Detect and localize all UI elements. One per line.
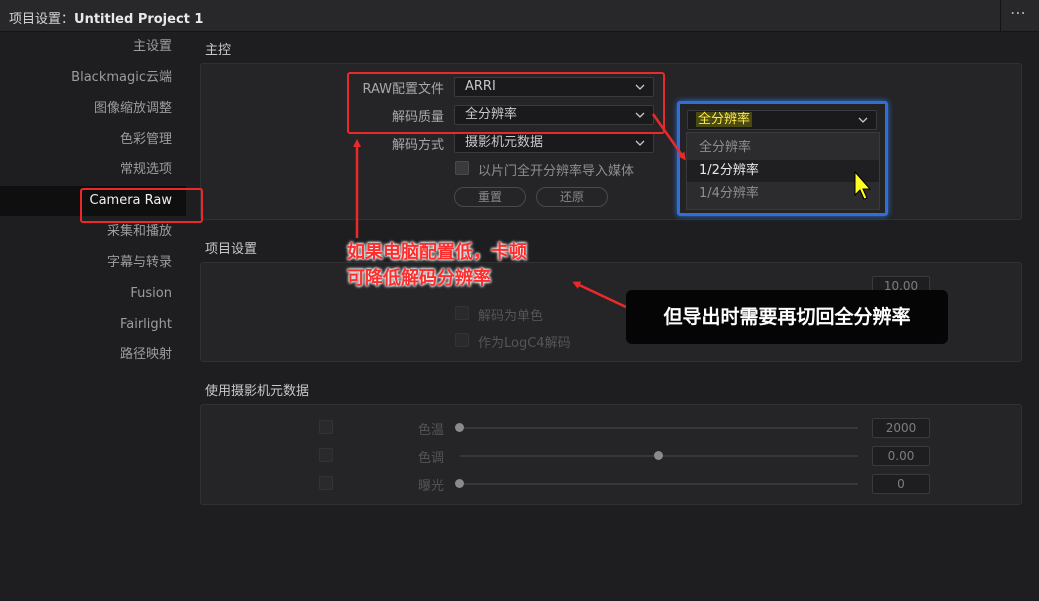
temp-value-field[interactable]: 2000: [872, 418, 930, 438]
annotation-red-line2: 可降低解码分辨率: [347, 268, 491, 289]
sidebar-item-color-management[interactable]: 色彩管理: [0, 125, 186, 155]
annotation-note-export: 但导出时需要再切回全分辨率: [626, 290, 948, 344]
window-title: 项目设置：Untitled Project 1: [9, 8, 203, 27]
sidebar-item-subtitles[interactable]: 字幕与转录: [0, 248, 186, 278]
title-divider: [1000, 0, 1001, 32]
temp-slider-track[interactable]: [460, 427, 858, 429]
open-gate-checkbox[interactable]: [455, 161, 469, 175]
annotation-note-red: 如果电脑配置低，卡顿 可降低解码分辨率: [347, 240, 527, 292]
option-quarter-resolution[interactable]: 1/4分辨率: [687, 183, 879, 205]
temp-checkbox[interactable]: [319, 420, 333, 434]
decode-mono-checkbox[interactable]: [455, 306, 469, 320]
temp-slider-knob[interactable]: [455, 423, 464, 432]
annotation-box-decode-settings: [347, 72, 665, 134]
sidebar-item-fairlight[interactable]: Fairlight: [0, 310, 186, 340]
annotation-box-camera-raw: [80, 188, 203, 223]
exposure-checkbox[interactable]: [319, 476, 333, 490]
title-prefix: 项目设置：: [9, 12, 75, 27]
sidebar-item-general-options[interactable]: 常规选项: [0, 155, 186, 185]
reset-button[interactable]: 重置: [454, 187, 526, 207]
exposure-label: 曝光: [417, 479, 444, 494]
temp-label: 色温: [417, 423, 444, 438]
popup-selected-field[interactable]: 全分辨率: [687, 110, 877, 130]
decode-logc4-checkbox[interactable]: [455, 333, 469, 347]
decode-logc4-label: 作为LogC4解码: [478, 336, 571, 351]
exposure-value-field[interactable]: 0: [872, 474, 930, 494]
open-gate-label: 以片门全开分辨率导入媒体: [478, 164, 635, 179]
restore-button[interactable]: 还原: [536, 187, 608, 207]
tint-value-field[interactable]: 0.00: [872, 446, 930, 466]
annotation-red-line1: 如果电脑配置低，卡顿: [347, 242, 527, 263]
popup-options-list: 全分辨率 1/2分辨率 1/4分辨率: [686, 132, 880, 210]
decode-quality-popup: 全分辨率 全分辨率 1/2分辨率 1/4分辨率: [677, 101, 888, 216]
project-name: Untitled Project 1: [74, 12, 204, 27]
sidebar-item-fusion[interactable]: Fusion: [0, 279, 186, 309]
settings-sidebar: 主设置 Blackmagic云端 图像缩放调整 色彩管理 常规选项 Camera…: [0, 32, 186, 601]
option-half-resolution[interactable]: 1/2分辨率: [687, 160, 879, 182]
decode-using-label: 解码方式: [391, 138, 444, 153]
camera-metadata-section-title: 使用摄影机元数据: [205, 384, 310, 399]
tint-label: 色调: [417, 451, 444, 466]
decode-using-value: 摄影机元数据: [465, 135, 544, 150]
project-settings-section-title: 项目设置: [205, 242, 258, 257]
popup-selected-value: 全分辨率: [696, 112, 753, 127]
chevron-down-icon: [858, 111, 868, 129]
exposure-slider-track[interactable]: [460, 483, 858, 485]
decode-mono-label: 解码为单色: [478, 309, 544, 324]
tint-slider-knob[interactable]: [654, 451, 663, 460]
sidebar-item-master-settings[interactable]: 主设置: [0, 32, 186, 62]
chevron-down-icon: [635, 134, 645, 152]
decode-using-dropdown[interactable]: 摄影机元数据: [454, 133, 654, 153]
option-full-resolution[interactable]: 全分辨率: [687, 137, 879, 159]
master-section-title: 主控: [205, 43, 232, 58]
sidebar-item-path-mapping[interactable]: 路径映射: [0, 340, 186, 370]
title-bar: 项目设置：Untitled Project 1 ⋯: [0, 0, 1039, 32]
more-options-icon[interactable]: ⋯: [1007, 4, 1029, 26]
exposure-slider-knob[interactable]: [455, 479, 464, 488]
tint-checkbox[interactable]: [319, 448, 333, 462]
sidebar-item-blackmagic-cloud[interactable]: Blackmagic云端: [0, 63, 186, 93]
sidebar-item-image-scaling[interactable]: 图像缩放调整: [0, 94, 186, 124]
